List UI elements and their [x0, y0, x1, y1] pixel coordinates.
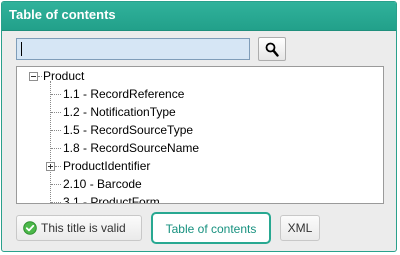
- tab-validation[interactable]: This title is valid: [16, 215, 142, 241]
- tree-item[interactable]: ProductIdentifier: [63, 157, 150, 175]
- toc-panel: Table of contents Product 1.1 - RecordRe…: [1, 1, 397, 252]
- tree-item-label: ProductIdentifier: [63, 159, 151, 173]
- search-button[interactable]: [258, 37, 286, 61]
- tree-item-label: 1.2 - NotificationType: [63, 105, 176, 119]
- tree-item-label: 1.8 - RecordSourceName: [63, 141, 200, 155]
- tree-item[interactable]: 1.1 - RecordReference: [63, 85, 184, 103]
- tree-item[interactable]: 1.8 - RecordSourceName: [63, 139, 199, 157]
- collapse-toggle-product[interactable]: [29, 72, 38, 81]
- tab-xml[interactable]: XML: [280, 215, 320, 241]
- toc-tree-container[interactable]: Product 1.1 - RecordReference 1.2 - Noti…: [16, 66, 384, 204]
- panel-header: Table of contents: [2, 2, 396, 31]
- tree-item[interactable]: 2.10 - Barcode: [63, 175, 142, 193]
- tab-label: XML: [287, 221, 313, 235]
- tree-item[interactable]: 1.2 - NotificationType: [63, 103, 176, 121]
- search-icon: [265, 42, 279, 57]
- tree-item-label: 1.1 - RecordReference: [63, 87, 185, 101]
- tab-label: This title is valid: [41, 221, 126, 235]
- text-cursor: [21, 42, 22, 56]
- search-input[interactable]: [16, 38, 250, 60]
- search-bar: [16, 37, 396, 62]
- tree-item-label: 2.10 - Barcode: [63, 177, 142, 191]
- bottom-tabs: This title is valid Table of contents XM…: [16, 212, 396, 244]
- tab-table-of-contents[interactable]: Table of contents: [151, 212, 271, 244]
- tree-item-label: 1.5 - RecordSourceType: [63, 123, 194, 137]
- tree-item[interactable]: 1.5 - RecordSourceType: [63, 121, 193, 139]
- toc-tree: Product 1.1 - RecordReference 1.2 - Noti…: [17, 67, 383, 203]
- tree-item-label: 3.1 - ProductForm: [63, 195, 160, 204]
- expand-toggle-productidentifier[interactable]: [46, 162, 55, 171]
- tab-label: Table of contents: [165, 222, 257, 236]
- panel-title: Table of contents: [9, 7, 116, 22]
- tree-item[interactable]: 3.1 - ProductForm: [63, 193, 160, 204]
- check-circle-icon: [23, 221, 37, 235]
